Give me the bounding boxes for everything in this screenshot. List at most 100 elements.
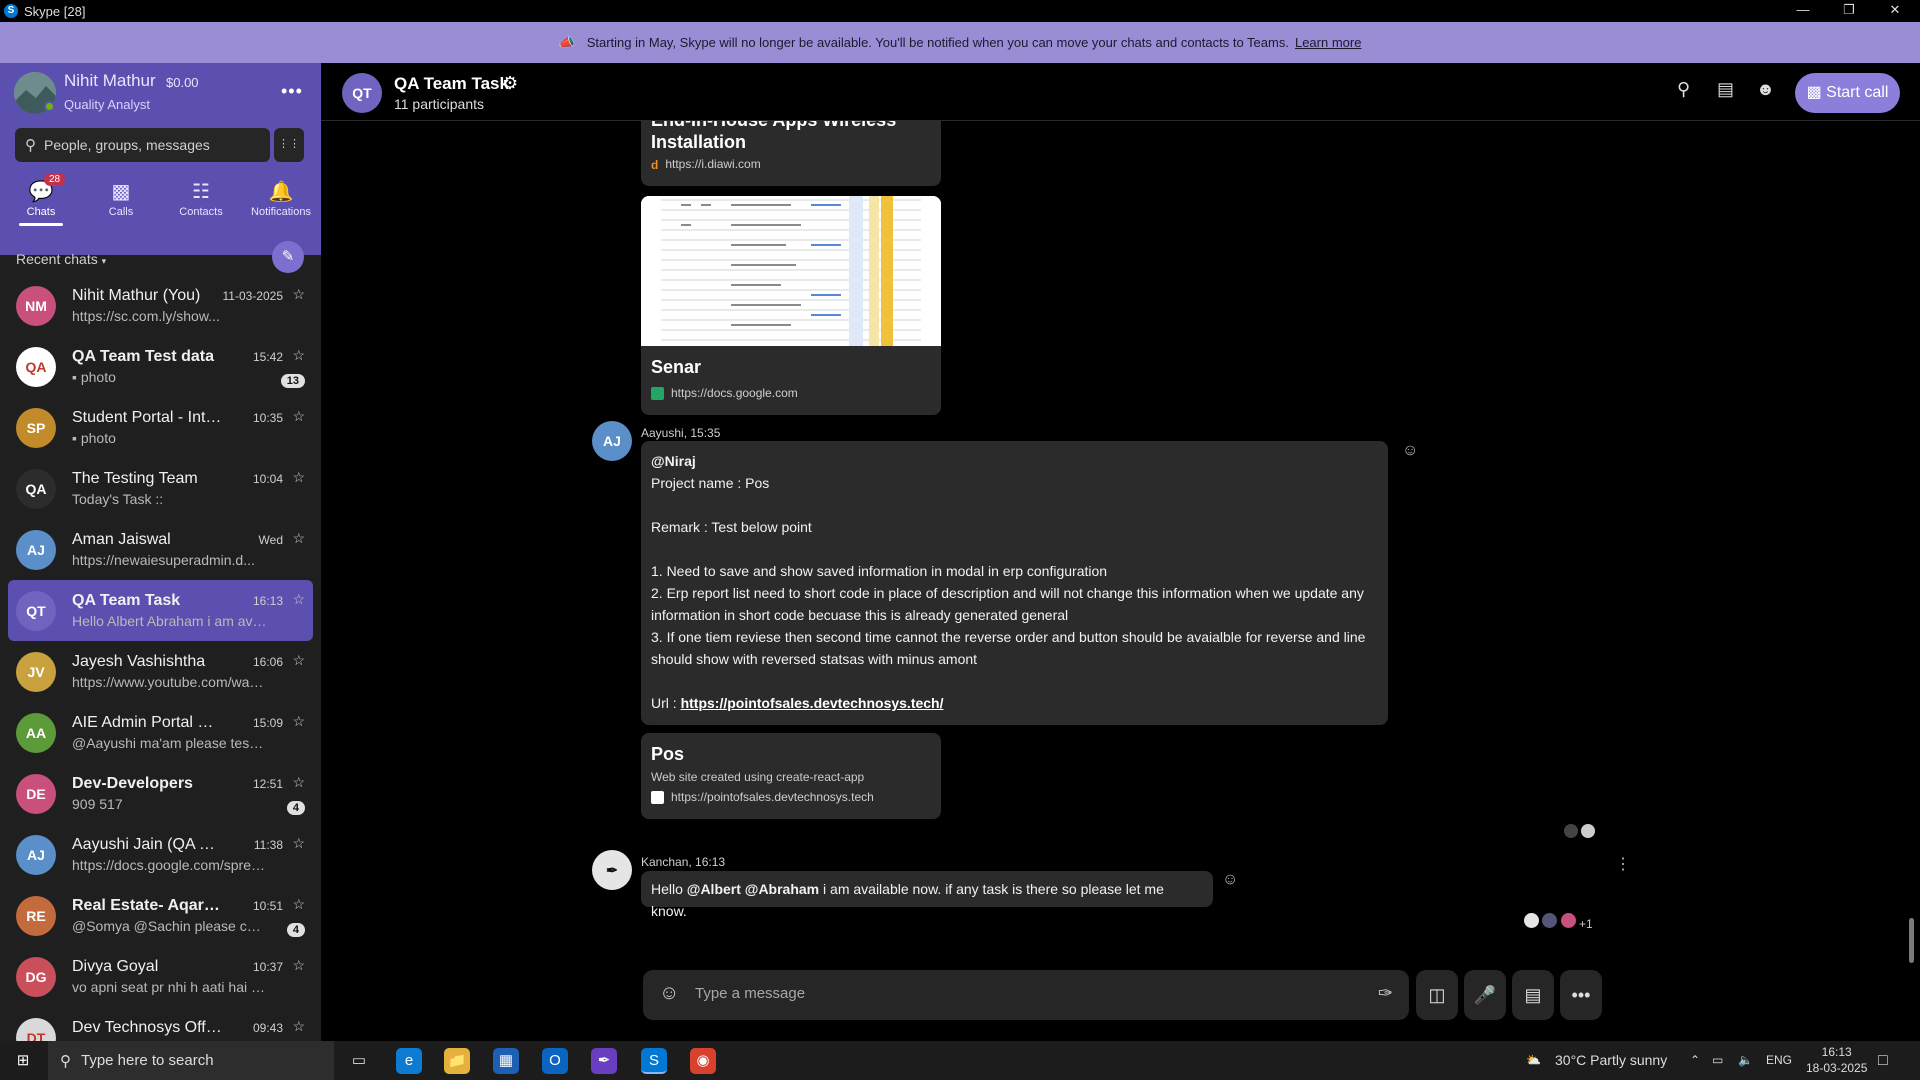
conversation-title[interactable]: QA Team Task (394, 74, 509, 94)
profile-name[interactable]: Nihit Mathur (64, 71, 156, 91)
message-input[interactable]: ☺ Type a message ✑ (643, 970, 1409, 1020)
star-icon[interactable]: ☆ (292, 347, 305, 364)
clock-date: 18-03-2025 (1806, 1061, 1868, 1075)
star-icon[interactable]: ☆ (292, 896, 305, 913)
taskbar-search[interactable]: ⚲ Type here to search (48, 1041, 334, 1080)
chat-list-item[interactable]: QA QA Team Test data ▪ photo 15:42 ☆ 13 (8, 336, 313, 397)
file-explorer-icon[interactable]: 📁 (444, 1048, 470, 1074)
star-icon[interactable]: ☆ (292, 408, 305, 425)
chat-list-item[interactable]: AA AIE Admin Portal DEV @Aayushi ma'am ple… (8, 702, 313, 763)
chat-list-item[interactable]: AJ Aman Jaiswal https://newaiesuperadmin.d… (8, 519, 313, 580)
link-preview-card[interactable]: Senar https://docs.google.com (641, 196, 941, 415)
sender-avatar[interactable]: ✒ (592, 850, 632, 890)
star-icon[interactable]: ☆ (292, 469, 305, 486)
search-icon[interactable]: ⚲ (1677, 79, 1690, 100)
close-button[interactable]: ✕ (1872, 0, 1918, 22)
skype-taskbar-icon[interactable]: S (641, 1048, 667, 1074)
emoji-icon[interactable]: ☺ (659, 982, 679, 1005)
scrollbar[interactable] (1909, 918, 1914, 963)
participants-count[interactable]: 11 participants (394, 96, 484, 112)
skype-credit[interactable]: $0.00 (166, 75, 199, 90)
title-bar: S Skype [28] — ❐ ✕ (0, 0, 1920, 22)
react-emoji-icon[interactable]: ☺ (1222, 871, 1238, 889)
clock[interactable]: 16:13 18-03-2025 (1806, 1044, 1867, 1076)
windows-start-icon[interactable]: ⊞ (10, 1048, 36, 1074)
recent-chats-dropdown[interactable]: Recent chats ▾ (16, 251, 106, 267)
add-people-icon[interactable]: ☻ (1756, 79, 1775, 100)
app-icon[interactable]: ✒ (591, 1048, 617, 1074)
chat-list-item[interactable]: DG Divya Goyal vo apni seat pr nhi h aati … (8, 946, 313, 1007)
task-view-icon[interactable]: ▭ (346, 1048, 372, 1074)
sender-avatar[interactable]: AJ (592, 421, 632, 461)
dialpad-button[interactable]: ⋮⋮ (274, 128, 304, 162)
more-actions-button[interactable]: ••• (1560, 970, 1602, 1020)
gear-icon[interactable]: ⚙ (502, 73, 518, 94)
voice-message-button[interactable]: 🎤 (1464, 970, 1506, 1020)
start-call-button[interactable]: ▩ Start call (1795, 73, 1900, 113)
profile-status[interactable]: Quality Analyst (64, 97, 150, 112)
url-label: Url : (651, 695, 681, 711)
chat-list-item[interactable]: QA The Testing Team Today's Task :: 10:04 ☆ (8, 458, 313, 519)
network-icon[interactable]: ▭ (1712, 1041, 1723, 1080)
chat-name: Divya Goyal (72, 958, 159, 975)
weather-text[interactable]: 30°C Partly sunny (1555, 1041, 1667, 1080)
site-favicon-icon (651, 790, 664, 804)
message-bubble[interactable]: @Niraj Project name : Pos Remark : Test b… (641, 441, 1388, 725)
tab-notifications[interactable]: 🔔 Notifications (242, 178, 320, 218)
chat-list-item[interactable]: DE Dev-Developers 909 517 12:51 ☆ 4 (8, 763, 313, 824)
chat-list-item[interactable]: QT QA Team Task Hello Albert Abraham i am … (8, 580, 313, 641)
format-pen-icon[interactable]: ✑ (1378, 983, 1393, 1004)
chat-list-item[interactable]: RE Real Estate- Aqarize @Somya @Sachin ple… (8, 885, 313, 946)
learn-more-link[interactable]: Learn more (1295, 35, 1361, 50)
mention[interactable]: @Albert (687, 881, 741, 897)
tab-calls[interactable]: ▩ Calls (82, 178, 160, 218)
link-preview-card[interactable]: Pos Web site created using create-react-… (641, 733, 941, 819)
notification-center-icon[interactable]: □ (1878, 1041, 1888, 1080)
star-icon[interactable]: ☆ (292, 591, 305, 608)
clock-time: 16:13 (1821, 1045, 1852, 1059)
edge-icon[interactable]: e (396, 1048, 422, 1074)
star-icon[interactable]: ☆ (292, 530, 305, 547)
tab-chats[interactable]: 💬 28 Chats (2, 173, 80, 226)
star-icon[interactable]: ☆ (292, 1018, 305, 1035)
link-preview-card[interactable]: End-In-House Apps Wireless Installation … (641, 121, 941, 186)
new-chat-button[interactable]: ✎ (272, 241, 304, 273)
chat-name: Dev Technosys Official Gr... (72, 1019, 222, 1036)
react-emoji-icon[interactable]: ☺ (1402, 442, 1418, 460)
gallery-icon[interactable]: ▤ (1717, 79, 1734, 100)
search-input[interactable]: ⚲ People, groups, messages (15, 128, 270, 162)
chat-time: 10:37 (252, 960, 283, 974)
star-icon[interactable]: ☆ (292, 835, 305, 852)
language-indicator[interactable]: ENG (1766, 1041, 1792, 1080)
group-avatar[interactable]: QT (342, 73, 382, 113)
mention[interactable]: @Niraj (651, 450, 1378, 472)
volume-icon[interactable]: 🔈 (1738, 1041, 1753, 1080)
weather-icon[interactable]: ⛅ (1526, 1041, 1541, 1080)
message-link[interactable]: https://pointofsales.devtechnosys.tech/ (681, 695, 944, 711)
outlook-icon[interactable]: O (542, 1048, 568, 1074)
send-file-button[interactable]: ◫ (1416, 970, 1458, 1020)
chat-list-item[interactable]: NM Nihit Mathur (You) https://sc.com.ly/sh… (8, 275, 313, 336)
star-icon[interactable]: ☆ (292, 713, 305, 730)
chrome-icon[interactable]: ◉ (690, 1048, 716, 1074)
spreadsheet-image-icon (641, 196, 941, 346)
store-icon[interactable]: ▦ (493, 1048, 519, 1074)
contact-card-button[interactable]: ▤ (1512, 970, 1554, 1020)
message-menu-icon[interactable]: ⋮ (1615, 854, 1631, 874)
chat-list-item[interactable]: AJ Aayushi Jain (QA Team) https://docs.goo… (8, 824, 313, 885)
star-icon[interactable]: ☆ (292, 652, 305, 669)
chat-list-item[interactable]: SP Student Portal - Intern... ▪ photo 10:35… (8, 397, 313, 458)
restore-button[interactable]: ❐ (1826, 0, 1872, 22)
message-line: should show with reversed statsas with m… (651, 651, 978, 667)
minimize-button[interactable]: — (1780, 0, 1826, 22)
chat-list-item[interactable]: JV Jayesh Vashishtha https://www.youtube.c… (8, 641, 313, 702)
star-icon[interactable]: ☆ (292, 957, 305, 974)
message-bubble[interactable]: Hello @Albert @Abraham i am available no… (641, 871, 1213, 919)
chevron-up-icon[interactable]: ⌃ (1690, 1041, 1700, 1080)
star-icon[interactable]: ☆ (292, 286, 305, 303)
chat-preview: https://sc.com.ly/show... (72, 308, 220, 324)
tab-contacts[interactable]: ☷ Contacts (162, 178, 240, 218)
more-options-icon[interactable]: ••• (281, 81, 303, 102)
mention[interactable]: @Abraham (745, 881, 819, 897)
star-icon[interactable]: ☆ (292, 774, 305, 791)
